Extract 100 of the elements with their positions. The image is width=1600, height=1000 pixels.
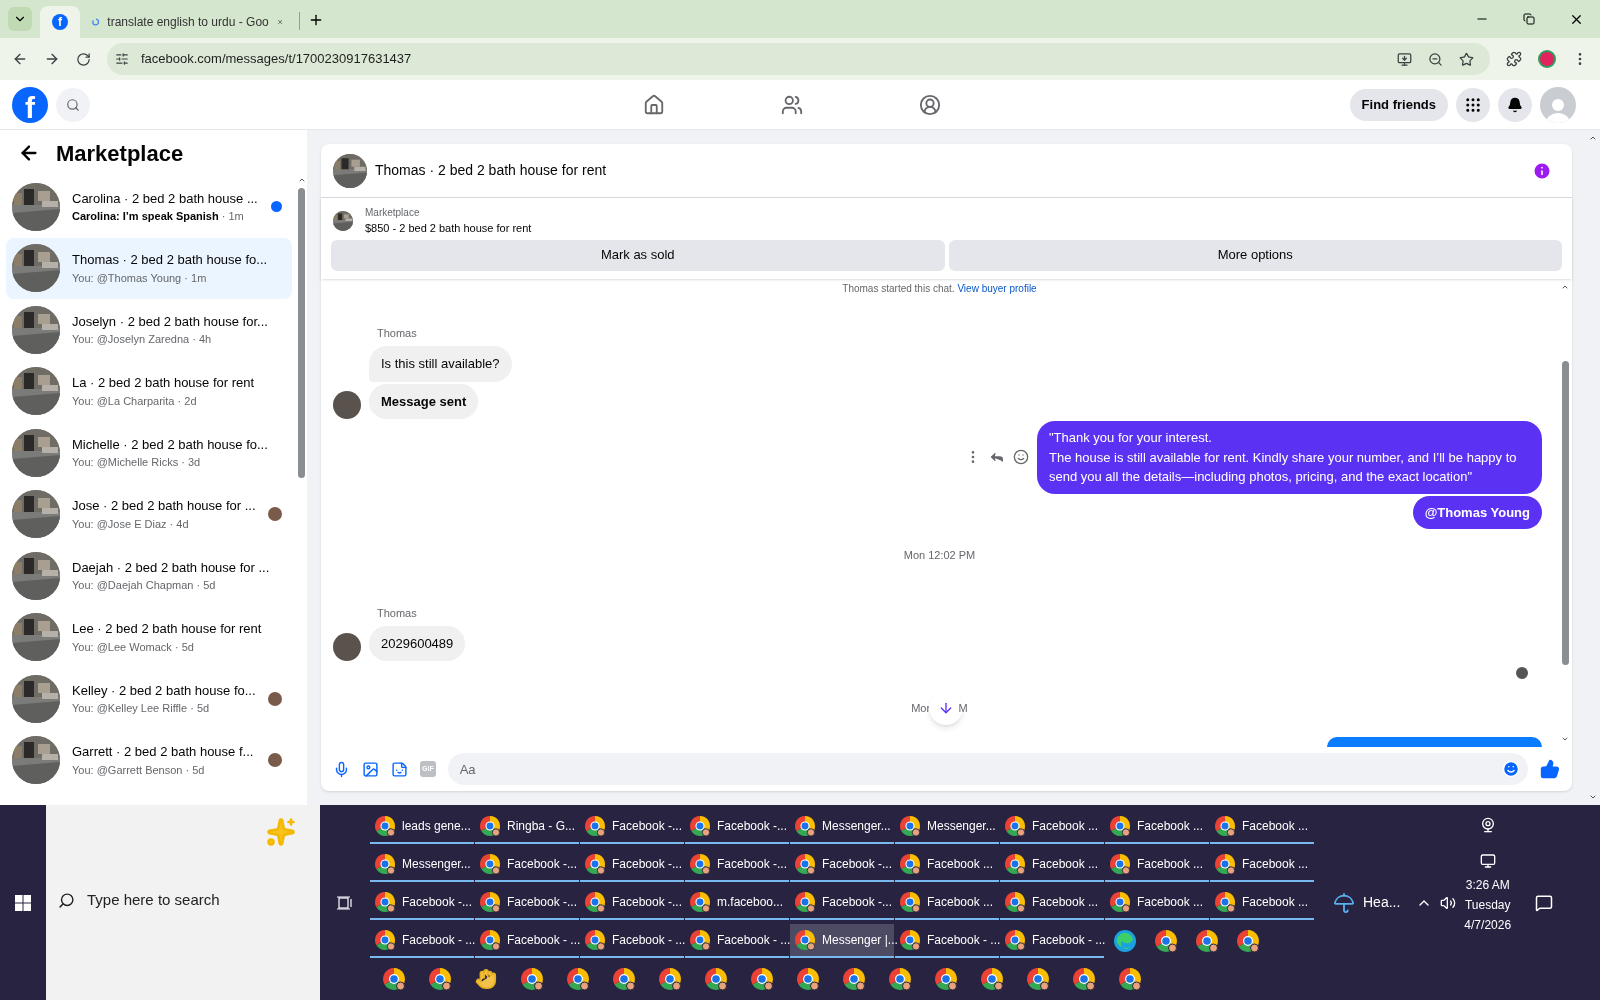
groups-icon[interactable] xyxy=(918,93,941,116)
taskbar-window[interactable]: Facebook ... xyxy=(1000,848,1104,882)
find-friends-button[interactable]: Find friends xyxy=(1349,88,1448,121)
taskbar-window[interactable]: Messenger... xyxy=(370,848,474,882)
restore-icon[interactable] xyxy=(1523,13,1535,25)
chrome-icon xyxy=(1109,853,1131,875)
taskbar-window[interactable]: Messenger... xyxy=(790,810,894,844)
conversation-title: Michelle · 2 bed 2 bath house fo... xyxy=(72,435,269,454)
scroll-down-icon[interactable] xyxy=(1589,793,1597,801)
site-info-icon[interactable] xyxy=(115,52,129,66)
taskbar-window[interactable]: Facebook -... xyxy=(370,886,474,920)
conversation-item[interactable]: Michelle · 2 bed 2 bath house fo... You: @Michelle Ricks · 3d xyxy=(6,422,292,484)
conversation-item[interactable]: Kelley · 2 bed 2 bath house fo... You: @Kelley Lee Riffle · 5d xyxy=(6,668,292,730)
like-icon[interactable] xyxy=(1540,759,1560,779)
task-view-icon[interactable] xyxy=(337,895,353,910)
sticker-icon[interactable] xyxy=(391,760,408,778)
microphone-icon[interactable] xyxy=(333,760,350,778)
conversation-item[interactable]: Lee · 2 bed 2 bath house for rent You: @Lee Womack · 5d xyxy=(6,606,292,668)
search-button[interactable] xyxy=(56,87,90,122)
bookmark-icon[interactable] xyxy=(1459,51,1474,67)
taskbar-window[interactable]: Facebook ... xyxy=(1210,848,1314,882)
tab-search-button[interactable] xyxy=(8,7,32,31)
zoom-icon[interactable] xyxy=(1428,51,1443,67)
taskbar-window[interactable]: Facebook ... xyxy=(1210,810,1314,844)
install-icon[interactable] xyxy=(1397,51,1412,67)
taskbar-window[interactable]: Facebook -... xyxy=(685,810,789,844)
reload-icon[interactable] xyxy=(76,51,91,67)
taskbar-window[interactable]: Facebook -... xyxy=(685,848,789,882)
taskbar-window[interactable]: Facebook -... xyxy=(475,848,579,882)
taskbar-window[interactable]: m.faceboo... xyxy=(685,886,789,920)
scroll-down-icon[interactable] xyxy=(1561,735,1569,743)
conversation-item[interactable]: Thomas · 2 bed 2 bath house fo... You: @Thomas Young · 1m xyxy=(6,237,292,299)
emoji-button[interactable] xyxy=(1494,753,1528,785)
listing-action-button[interactable]: Mark as sold xyxy=(331,239,945,271)
notifications-icon[interactable] xyxy=(1535,893,1554,912)
info-icon[interactable] xyxy=(1532,160,1552,181)
listing-action-button[interactable]: More options xyxy=(948,239,1562,271)
taskbar-window[interactable]: Facebook - ... xyxy=(370,924,474,958)
taskbar-window[interactable]: Facebook - ... xyxy=(685,924,789,958)
taskbar-window[interactable]: Facebook -... xyxy=(580,810,684,844)
clock-date[interactable]: 4/7/2026 xyxy=(1464,915,1512,935)
new-tab-icon[interactable] xyxy=(308,12,324,28)
back-icon[interactable] xyxy=(12,51,28,67)
taskbar-window[interactable]: Facebook - ... xyxy=(475,924,579,958)
scroll-up-icon[interactable] xyxy=(297,176,306,184)
home-icon[interactable] xyxy=(642,93,665,116)
taskbar-window[interactable]: Facebook -... xyxy=(475,886,579,920)
taskbar-window[interactable]: Facebook ... xyxy=(1000,810,1104,844)
volume-icon[interactable] xyxy=(1440,894,1457,911)
conversation-item[interactable]: Garrett · 2 bed 2 bath house f... You: @Garrett Benson · 5d xyxy=(6,729,292,791)
address-bar[interactable]: facebook.com/messages/t/1700230917631437 xyxy=(107,43,1490,75)
view-buyer-profile-link[interactable]: View buyer profile xyxy=(957,283,1037,294)
conversation-item[interactable]: Daejah · 2 bed 2 bath house for ... You: @Daejah Chapman · 5d xyxy=(6,545,292,607)
taskbar-window[interactable]: Facebook ... xyxy=(1105,886,1209,920)
conversation-item[interactable]: La · 2 bed 2 bath house for rent You: @La Charparita · 2d xyxy=(6,360,292,422)
taskbar-window[interactable]: Ringba - G... xyxy=(475,810,579,844)
forward-icon[interactable] xyxy=(44,51,60,67)
taskbar-window[interactable]: Facebook - ... xyxy=(1000,924,1104,958)
taskbar-window[interactable]: Facebook ... xyxy=(1210,886,1314,920)
taskbar-window[interactable]: Facebook ... xyxy=(895,848,999,882)
conversation-preview: You: @Thomas Young · 1m xyxy=(72,270,208,286)
clock-day[interactable]: Tuesday xyxy=(1464,895,1511,915)
camera-icon[interactable] xyxy=(1479,817,1496,833)
image-icon[interactable] xyxy=(362,760,379,778)
chrome-icon xyxy=(428,967,452,991)
monitor-icon[interactable] xyxy=(1479,853,1496,869)
extensions-icon[interactable] xyxy=(1506,51,1522,67)
taskbar-window[interactable]: Facebook -... xyxy=(580,886,684,920)
conversation-item[interactable]: Jose · 2 bed 2 bath house for ... You: @Jose E Diaz · 4d xyxy=(6,483,292,545)
profile-icon[interactable] xyxy=(1538,50,1556,68)
scroll-up-icon[interactable] xyxy=(1589,134,1597,142)
browser-tab[interactable]: f xyxy=(40,6,80,38)
taskbar-window[interactable]: Facebook ... xyxy=(1000,886,1104,920)
chrome-icon xyxy=(566,967,590,991)
taskbar-window[interactable]: Facebook ... xyxy=(1105,810,1209,844)
weather-text[interactable]: Hea... xyxy=(1363,892,1401,913)
message-field[interactable]: Aa xyxy=(447,753,1494,785)
friends-icon[interactable] xyxy=(780,93,803,116)
conversation-preview: You: @Lee Womack · 5d xyxy=(72,639,195,655)
clock-time[interactable]: 3:26 AM xyxy=(1465,875,1510,895)
taskbar-window[interactable]: Messenger... xyxy=(895,810,999,844)
chrome-icon xyxy=(374,815,396,837)
notifications-button[interactable] xyxy=(1498,87,1532,122)
taskbar-window[interactable]: Facebook -... xyxy=(580,848,684,882)
taskbar-window[interactable]: Facebook -... xyxy=(790,886,894,920)
taskbar-window[interactable]: Facebook - ... xyxy=(580,924,684,958)
taskbar-window[interactable]: Facebook -... xyxy=(790,848,894,882)
facebook-logo[interactable]: f xyxy=(12,86,48,123)
conversation-item[interactable]: Carolina · 2 bed 2 bath house ... Carolina: I’m speak Spanish · 1m xyxy=(6,176,292,238)
taskbar-window[interactable]: Facebook ... xyxy=(895,886,999,920)
weather-icon[interactable] xyxy=(1333,891,1355,914)
emoji-icon[interactable] xyxy=(1013,449,1029,466)
menu-button[interactable] xyxy=(1456,87,1490,122)
taskbar-window[interactable]: leads gene... xyxy=(370,810,474,844)
chrome-icon xyxy=(584,891,606,913)
search-field[interactable]: Type here to search xyxy=(87,889,287,912)
hand-icon xyxy=(475,968,497,990)
taskbar-window[interactable]: Facebook ... xyxy=(1105,848,1209,882)
conversation-item[interactable]: Joselyn · 2 bed 2 bath house for... You: @Joselyn Zaredna · 4h xyxy=(6,299,292,361)
browser-tab[interactable]: translate english to urdu - Goo xyxy=(80,6,295,38)
